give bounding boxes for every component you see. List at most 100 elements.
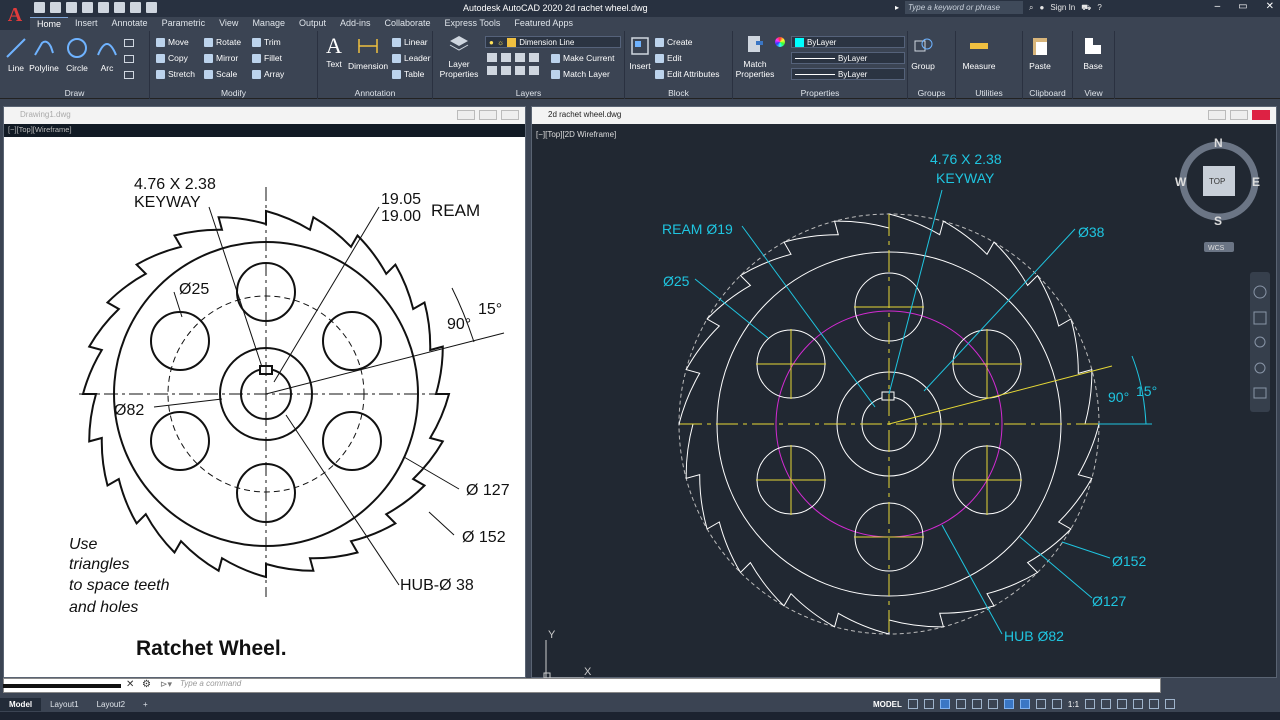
- reference-drawing-window[interactable]: Drawing1.dwg [−][Top][Wireframe] 4.76 X …: [3, 106, 526, 678]
- line-button[interactable]: Line: [4, 37, 28, 73]
- tab-home[interactable]: Home: [30, 17, 69, 31]
- layer-unlock-icon[interactable]: [529, 66, 539, 75]
- rectangle-icon[interactable]: [124, 39, 134, 47]
- customization-icon[interactable]: [1165, 699, 1176, 709]
- undo-icon[interactable]: [130, 2, 141, 13]
- viewport-label[interactable]: [−][Top][Wireframe]: [4, 124, 525, 137]
- tab-express-tools[interactable]: Express Tools: [438, 17, 508, 31]
- save-as-icon[interactable]: [82, 2, 93, 13]
- compass-west[interactable]: W: [1175, 175, 1187, 189]
- array-button[interactable]: Array: [252, 69, 284, 79]
- restore-button[interactable]: [1230, 110, 1248, 120]
- arc-button[interactable]: Arc: [94, 37, 120, 73]
- compass-east[interactable]: E: [1252, 175, 1260, 189]
- layer-thaw-icon[interactable]: [515, 66, 525, 75]
- layer-on-icon[interactable]: [487, 66, 497, 75]
- lineweight-icon[interactable]: [1019, 699, 1030, 709]
- tab-parametric[interactable]: Parametric: [155, 17, 213, 31]
- mirror-button[interactable]: Mirror: [204, 53, 238, 63]
- tab-model[interactable]: Model: [0, 697, 42, 711]
- layer-dropdown[interactable]: ● ☼ Dimension Line: [485, 36, 621, 48]
- insert-button[interactable]: Insert: [627, 35, 653, 71]
- minimize-button[interactable]: [457, 110, 475, 120]
- hardware-acceleration-icon[interactable]: [1133, 699, 1144, 709]
- view-panel-title[interactable]: View: [1073, 88, 1114, 98]
- model-space[interactable]: [−][Top][2D Wireframe] 4.76 X 2.38 KEYWA…: [532, 124, 1276, 678]
- drawing-window[interactable]: 2d rachet wheel.dwg [−][Top][2D Wirefram…: [531, 106, 1277, 678]
- command-customize-icon[interactable]: ⚙: [142, 679, 151, 690]
- group-button[interactable]: Group: [910, 35, 936, 71]
- minimize-button[interactable]: [1208, 110, 1226, 120]
- tab-layout1[interactable]: Layout1: [41, 698, 87, 711]
- edit-attributes-button[interactable]: Edit Attributes: [655, 69, 719, 79]
- fillet-button[interactable]: Fillet: [252, 53, 282, 63]
- restore-button[interactable]: [479, 110, 497, 120]
- measure-button[interactable]: Measure: [960, 35, 998, 71]
- scale-button[interactable]: Scale: [204, 69, 237, 79]
- grid-icon[interactable]: [907, 699, 918, 709]
- navigation-bar[interactable]: [1250, 272, 1270, 412]
- isolate-objects-icon[interactable]: [1117, 699, 1128, 709]
- annotation-scale-icon[interactable]: [1051, 699, 1062, 709]
- close-button[interactable]: ✕: [1266, 1, 1274, 12]
- minimize-button[interactable]: –: [1215, 1, 1221, 12]
- snap-icon[interactable]: [923, 699, 934, 709]
- lineweight-dropdown[interactable]: ByLayer: [791, 68, 905, 80]
- layer-lock-icon[interactable]: [529, 53, 539, 62]
- open-icon[interactable]: [50, 2, 61, 13]
- cart-icon[interactable]: ⛟: [1081, 3, 1091, 13]
- redo-icon[interactable]: [146, 2, 157, 13]
- layer-off-icon[interactable]: [487, 53, 497, 62]
- drawing-window-tab[interactable]: 2d rachet wheel.dwg: [532, 107, 1276, 124]
- color-wheel-icon[interactable]: [775, 37, 785, 47]
- match-layer-button[interactable]: Match Layer: [551, 69, 610, 79]
- make-current-button[interactable]: Make Current: [551, 53, 615, 63]
- autocad-logo[interactable]: A: [0, 0, 30, 30]
- circle-button[interactable]: Circle: [63, 37, 91, 73]
- trim-button[interactable]: Trim: [252, 37, 281, 47]
- command-close-icon[interactable]: ✕: [126, 679, 134, 690]
- maximize-button[interactable]: ▭: [1238, 1, 1247, 12]
- paste-button[interactable]: Paste: [1027, 35, 1053, 71]
- transparency-icon[interactable]: [1035, 699, 1046, 709]
- move-button[interactable]: Move: [156, 37, 189, 47]
- help-icon[interactable]: ?: [1097, 3, 1101, 12]
- close-button[interactable]: [501, 110, 519, 120]
- rotate-button[interactable]: Rotate: [204, 37, 241, 47]
- model-space-toggle[interactable]: MODEL: [873, 700, 902, 709]
- groups-panel-title[interactable]: Groups: [908, 88, 955, 98]
- properties-panel-title[interactable]: Properties: [733, 88, 907, 98]
- leader-button[interactable]: Leader: [392, 53, 430, 63]
- block-panel-title[interactable]: Block: [625, 88, 732, 98]
- tab-layout2[interactable]: Layout2: [88, 698, 134, 711]
- polyline-button[interactable]: Polyline: [28, 37, 60, 73]
- layer-unisolate-icon[interactable]: [501, 66, 511, 75]
- tab-collaborate[interactable]: Collaborate: [378, 17, 438, 31]
- dimension-button[interactable]: Dimension: [348, 35, 388, 71]
- hatch-icon[interactable]: [124, 55, 134, 63]
- save-icon[interactable]: [66, 2, 77, 13]
- search-input[interactable]: Type a keyword or phrase: [905, 1, 1024, 14]
- sign-in-link[interactable]: Sign In: [1050, 3, 1075, 12]
- command-input[interactable]: Type a command: [180, 679, 241, 688]
- print-icon[interactable]: [114, 2, 125, 13]
- linear-button[interactable]: Linear: [392, 37, 428, 47]
- compass-north[interactable]: N: [1214, 136, 1223, 150]
- stretch-button[interactable]: Stretch: [156, 69, 195, 79]
- create-button[interactable]: Create: [655, 37, 693, 47]
- compass-south[interactable]: S: [1214, 214, 1222, 228]
- reference-window-tab[interactable]: Drawing1.dwg: [4, 107, 525, 124]
- add-layout-button[interactable]: +: [134, 698, 157, 711]
- layers-panel-title[interactable]: Layers: [433, 88, 624, 98]
- tab-annotate[interactable]: Annotate: [105, 17, 155, 31]
- edit-button[interactable]: Edit: [655, 53, 682, 63]
- cloud-icon[interactable]: [98, 2, 109, 13]
- object-snap-tracking-icon[interactable]: [987, 699, 998, 709]
- tab-add-ins[interactable]: Add-ins: [333, 17, 378, 31]
- command-line[interactable]: [3, 678, 1161, 693]
- viewcube[interactable]: TOP N S E W WCS: [1175, 136, 1260, 252]
- layer-isolate-icon[interactable]: [501, 53, 511, 62]
- tab-manage[interactable]: Manage: [245, 17, 292, 31]
- ortho-icon[interactable]: [939, 699, 950, 709]
- tab-featured-apps[interactable]: Featured Apps: [507, 17, 580, 31]
